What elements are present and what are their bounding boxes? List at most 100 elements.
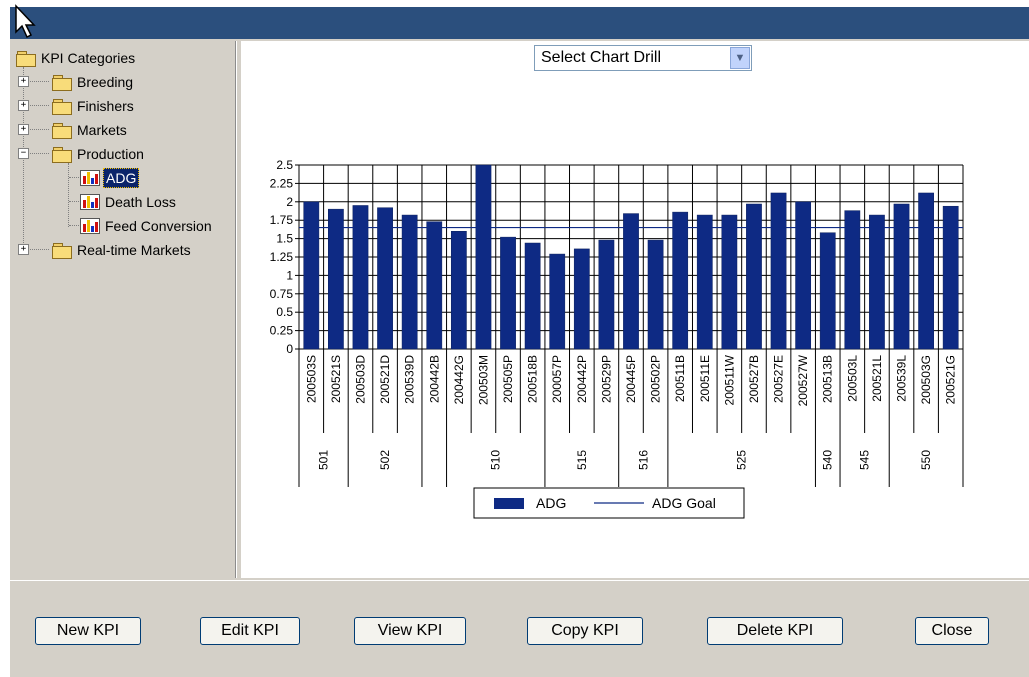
adg-bar	[721, 214, 738, 350]
adg-bar	[770, 192, 787, 350]
x-category-label: 200503G	[919, 355, 933, 404]
edit-kpi-button[interactable]: Edit KPI	[200, 617, 300, 645]
adg-bar	[573, 248, 590, 350]
x-category-label: 200442G	[452, 355, 466, 404]
dropdown-arrow-icon[interactable]: ▼	[730, 47, 750, 69]
tree-connector	[27, 81, 49, 82]
tree-item-label: Feed Conversion	[105, 218, 212, 234]
adg-bar	[696, 214, 713, 350]
x-category-label: 200503S	[304, 355, 318, 403]
x-group-label: 550	[919, 450, 933, 470]
x-category-label: 200529P	[599, 355, 613, 403]
tree-item-breeding[interactable]: Breeding	[52, 71, 135, 93]
x-group-label: 515	[575, 450, 589, 470]
x-category-label: 200442P	[575, 355, 589, 403]
tree-item-production[interactable]: Production	[52, 143, 146, 165]
adg-bar	[918, 192, 934, 350]
adg-bar	[819, 232, 836, 350]
legend-label-adg: ADG	[536, 495, 566, 511]
tree-item-finishers[interactable]: Finishers	[52, 95, 136, 117]
adg-bar	[869, 214, 885, 350]
kpi-tree: KPI Categories + Breeding + Finishers + …	[12, 41, 235, 578]
adg-bar	[328, 208, 344, 350]
chart-icon	[80, 170, 100, 186]
adg-bar	[401, 214, 418, 350]
x-category-label: 200521S	[329, 355, 343, 403]
x-category-label: 200521G	[944, 355, 958, 404]
adg-bar	[377, 207, 393, 350]
x-group-label: 502	[378, 450, 392, 470]
tree-item-adg[interactable]: ADG	[80, 167, 140, 189]
x-category-label: 200518B	[526, 355, 540, 403]
adg-bar	[598, 239, 615, 350]
chart-drill-select[interactable]: Select Chart Drill ▼	[534, 45, 752, 71]
tree-item-feed-conversion[interactable]: Feed Conversion	[80, 215, 214, 237]
x-category-label: 200503L	[845, 355, 859, 402]
y-tick-label: 2.5	[276, 158, 293, 172]
x-category-label: 200513B	[821, 355, 835, 403]
expand-plus-icon[interactable]: +	[18, 124, 29, 135]
delete-kpi-button[interactable]: Delete KPI	[707, 617, 843, 645]
expand-plus-icon[interactable]: +	[18, 100, 29, 111]
tree-item-label: Production	[77, 146, 144, 162]
adg-bar	[475, 164, 492, 350]
expand-plus-icon[interactable]: +	[18, 76, 29, 87]
tree-root-label: KPI Categories	[41, 50, 136, 66]
x-group-label: 501	[317, 450, 331, 470]
tree-item-death-loss[interactable]: Death Loss	[80, 191, 178, 213]
close-button[interactable]: Close	[915, 617, 989, 645]
chart-drill-value: Select Chart Drill	[541, 49, 662, 66]
chart-icon	[80, 194, 100, 210]
tree-item-markets[interactable]: Markets	[52, 119, 129, 141]
tree-connector	[27, 153, 49, 154]
x-category-label: 200527B	[747, 355, 761, 403]
tree-item-label: Breeding	[77, 74, 134, 90]
chart-panel: 0 0.25 0.5 0.75 1 1.25 1.5 1.75 2 2.25 2.5 200503S 2…	[241, 41, 1029, 578]
y-tick-label: 0.5	[276, 305, 293, 319]
x-category-label: 200445P	[624, 355, 638, 403]
folder-icon	[52, 122, 72, 139]
tree-item-label: ADG	[103, 168, 140, 188]
folder-icon	[52, 242, 72, 259]
x-group-label: 525	[735, 450, 749, 470]
button-bar	[10, 580, 1029, 677]
adg-bar	[844, 210, 861, 350]
tree-item-label: Markets	[77, 122, 127, 138]
tree-root[interactable]: KPI Categories	[16, 47, 137, 69]
view-kpi-button[interactable]: View KPI	[354, 617, 466, 645]
y-tick-label: 0	[286, 342, 293, 356]
tree-item-real-time-markets[interactable]: Real-time Markets	[52, 239, 193, 261]
copy-kpi-button[interactable]: Copy KPI	[527, 617, 643, 645]
adg-bar	[746, 203, 762, 350]
x-category-label: 200057P	[550, 355, 564, 403]
adg-bar	[893, 203, 910, 350]
folder-icon	[52, 74, 72, 91]
y-tick-label: 1.75	[270, 213, 294, 227]
adg-bar	[426, 221, 443, 350]
x-category-label: 200527W	[796, 354, 810, 406]
x-category-label: 200521D	[378, 355, 392, 404]
adg-bar	[549, 253, 566, 350]
y-tick-label: 1.25	[270, 250, 294, 264]
y-tick-label: 0.25	[270, 324, 294, 338]
adg-bar	[500, 236, 516, 350]
adg-bar	[672, 211, 689, 350]
tree-item-label: Finishers	[77, 98, 134, 114]
expand-plus-icon[interactable]: +	[18, 244, 29, 255]
tree-item-label: Death Loss	[105, 194, 176, 210]
window-titlebar	[10, 7, 1029, 39]
folder-icon	[52, 98, 72, 115]
x-category-label: 200503M	[476, 355, 490, 405]
y-tick-label: 0.75	[270, 287, 294, 301]
collapse-minus-icon[interactable]: −	[18, 148, 29, 159]
legend-label-goal: ADG Goal	[652, 495, 716, 511]
new-kpi-button[interactable]: New KPI	[35, 617, 141, 645]
folder-icon	[52, 146, 72, 163]
x-category-label: 200503D	[353, 355, 367, 404]
tree-item-label: Real-time Markets	[77, 242, 191, 258]
x-category-label: 200527E	[772, 355, 786, 403]
adg-bar	[795, 201, 812, 350]
x-category-label: 200502P	[649, 355, 663, 403]
tree-connector	[69, 225, 79, 226]
tree-connector	[69, 201, 79, 202]
